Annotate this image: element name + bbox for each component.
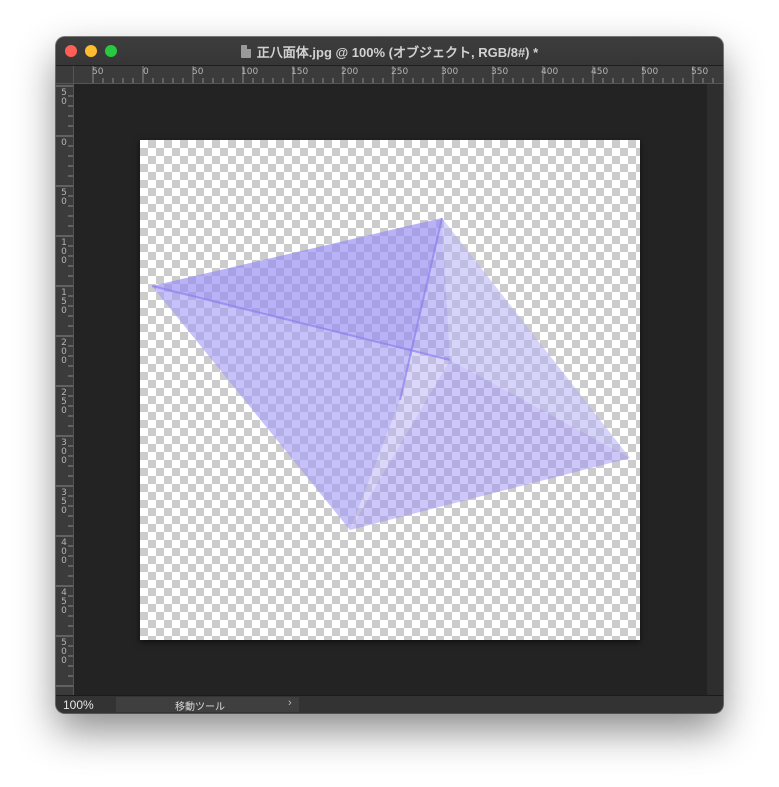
ruler-label: 500 — [641, 67, 659, 77]
ruler-label: 550 — [691, 67, 709, 77]
ruler-label: 50 — [61, 188, 67, 207]
ruler-label: 350 — [491, 67, 509, 77]
status-info-field[interactable]: 移動ツール › — [116, 697, 299, 713]
vertical-ruler[interactable]: 50 0 50 100 150 200 250 300 350 400 450 … — [56, 83, 74, 695]
ruler-label: 200 — [61, 338, 67, 366]
ruler-label: 400 — [541, 67, 559, 77]
ruler-label: 100 — [241, 67, 259, 77]
ruler-label: 200 — [341, 67, 359, 77]
current-tool-label: 移動ツール — [175, 702, 225, 713]
zoom-level[interactable]: 100% — [63, 698, 94, 712]
ruler-label: 50 — [192, 67, 204, 77]
document-window: 正八面体.jpg @ 100% (オブジェクト, RGB/8#) * 50 0 … — [56, 37, 723, 713]
ruler-label: 450 — [591, 67, 609, 77]
ruler-label: 0 — [61, 138, 67, 148]
ruler-label: 0 — [143, 67, 149, 77]
ruler-label: 400 — [61, 538, 67, 566]
window-title: 正八面体.jpg @ 100% (オブジェクト, RGB/8#) * — [256, 44, 539, 60]
chevron-right-icon[interactable]: › — [288, 697, 292, 709]
canvas-pasteboard[interactable] — [74, 84, 707, 695]
ruler-label: 250 — [391, 67, 409, 77]
ruler-label: 450 — [61, 588, 67, 616]
ruler-label: 50 — [92, 67, 104, 77]
status-bar: 100% 移動ツール › — [56, 695, 723, 713]
ruler-label: 50 — [61, 88, 67, 107]
ruler-label: 300 — [441, 67, 459, 77]
document-icon — [240, 44, 251, 58]
ruler-label: 300 — [61, 438, 67, 466]
vertical-scrollbar[interactable] — [707, 84, 723, 695]
ruler-label: 100 — [61, 238, 67, 266]
title-bar[interactable]: 正八面体.jpg @ 100% (オブジェクト, RGB/8#) * — [56, 37, 723, 66]
document-canvas[interactable] — [140, 140, 640, 640]
ruler-label: 350 — [61, 488, 67, 516]
horizontal-ruler[interactable]: 50 0 50 100 150 200 250 300 350 400 450 … — [56, 66, 723, 84]
octahedron-layer[interactable] — [140, 140, 640, 640]
ruler-label: 150 — [291, 67, 309, 77]
ruler-origin[interactable] — [56, 66, 74, 84]
ruler-label: 150 — [61, 288, 67, 316]
ruler-label: 250 — [61, 388, 67, 416]
ruler-label: 500 — [61, 638, 67, 666]
